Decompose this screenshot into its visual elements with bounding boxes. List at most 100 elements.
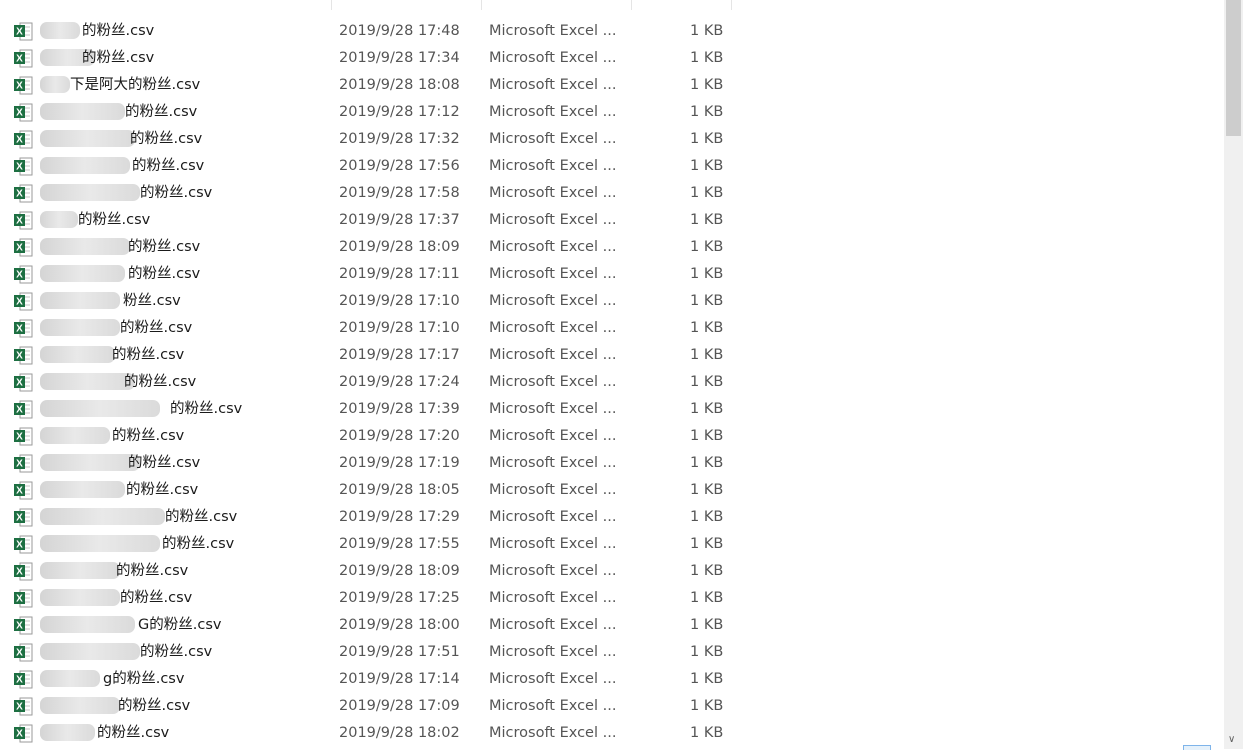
file-type: Microsoft Excel ... bbox=[489, 401, 617, 417]
redacted-name-blur bbox=[40, 481, 125, 498]
redacted-name-blur bbox=[40, 157, 130, 174]
excel-file-icon: X bbox=[14, 454, 33, 473]
excel-file-icon: X bbox=[14, 562, 33, 581]
file-name: 的粉丝.csv bbox=[162, 536, 235, 552]
file-size: 1 KB bbox=[690, 671, 724, 687]
excel-file-icon: X bbox=[14, 508, 33, 527]
redacted-name-blur bbox=[40, 130, 135, 147]
svg-text:X: X bbox=[16, 54, 23, 65]
redacted-name-blur bbox=[40, 454, 140, 471]
file-size: 1 KB bbox=[690, 266, 724, 282]
redacted-name-blur bbox=[40, 670, 100, 687]
excel-file-icon: X bbox=[14, 103, 33, 122]
file-row[interactable]: X 粉丝.csv 2019/9/28 17:10 Microsoft Excel .… bbox=[0, 288, 1224, 315]
file-name: 的粉丝.csv bbox=[112, 347, 185, 363]
scroll-down-icon[interactable]: ∨ bbox=[1228, 735, 1235, 745]
file-type: Microsoft Excel ... bbox=[489, 482, 617, 498]
excel-file-icon: X bbox=[14, 346, 33, 365]
excel-file-icon: X bbox=[14, 481, 33, 500]
file-size: 1 KB bbox=[690, 23, 724, 39]
file-name: g的粉丝.csv bbox=[103, 671, 185, 687]
file-date-modified: 2019/9/28 17:10 bbox=[339, 320, 460, 336]
column-divider-date[interactable] bbox=[481, 0, 482, 10]
redacted-name-blur bbox=[40, 292, 120, 309]
file-row[interactable]: X 的粉丝.csv 2019/9/28 17:56 Microsoft Excel … bbox=[0, 153, 1224, 180]
file-type: Microsoft Excel ... bbox=[489, 239, 617, 255]
file-name: 下是阿大的粉丝.csv bbox=[70, 77, 201, 93]
file-type: Microsoft Excel ... bbox=[489, 563, 617, 579]
file-row[interactable]: X 的粉丝.csv 2019/9/28 18:02 Microsoft Excel … bbox=[0, 720, 1224, 747]
file-row[interactable]: X 的粉丝.csv 2019/9/28 17:19 Microsoft Excel … bbox=[0, 450, 1224, 477]
redacted-name-blur bbox=[40, 643, 140, 660]
file-row[interactable]: X 的粉丝.csv 2019/9/28 17:24 Microsoft Excel … bbox=[0, 369, 1224, 396]
file-size: 1 KB bbox=[690, 185, 724, 201]
file-date-modified: 2019/9/28 17:58 bbox=[339, 185, 460, 201]
file-row[interactable]: X 的粉丝.csv 2019/9/28 17:17 Microsoft Excel … bbox=[0, 342, 1224, 369]
file-size: 1 KB bbox=[690, 77, 724, 93]
file-row[interactable]: X 的粉丝.csv 2019/9/28 17:34 Microsoft Excel … bbox=[0, 45, 1224, 72]
file-row[interactable]: X 的粉丝.csv 2019/9/28 17:39 Microsoft Excel … bbox=[0, 396, 1224, 423]
file-size: 1 KB bbox=[690, 644, 724, 660]
redacted-name-blur bbox=[40, 562, 120, 579]
file-type: Microsoft Excel ... bbox=[489, 374, 617, 390]
file-size: 1 KB bbox=[690, 212, 724, 228]
file-row[interactable]: X g的粉丝.csv 2019/9/28 17:14 Microsoft Excel… bbox=[0, 666, 1224, 693]
file-name: 的粉丝.csv bbox=[128, 266, 201, 282]
file-size: 1 KB bbox=[690, 320, 724, 336]
file-row[interactable]: X 的粉丝.csv 2019/9/28 17:11 Microsoft Excel … bbox=[0, 261, 1224, 288]
column-divider-type[interactable] bbox=[631, 0, 632, 10]
file-row[interactable]: X 的粉丝.csv 2019/9/28 17:48 Microsoft Excel … bbox=[0, 18, 1224, 45]
excel-file-icon: X bbox=[14, 319, 33, 338]
file-row[interactable]: X 的粉丝.csv 2019/9/28 17:37 Microsoft Excel … bbox=[0, 207, 1224, 234]
file-row[interactable]: X 的粉丝.csv 2019/9/28 17:12 Microsoft Excel … bbox=[0, 99, 1224, 126]
file-size: 1 KB bbox=[690, 158, 724, 174]
file-type: Microsoft Excel ... bbox=[489, 455, 617, 471]
file-date-modified: 2019/9/28 17:34 bbox=[339, 50, 460, 66]
svg-text:X: X bbox=[16, 297, 23, 308]
file-row[interactable]: X 的粉丝.csv 2019/9/28 17:29 Microsoft Excel … bbox=[0, 504, 1224, 531]
file-name: 粉丝.csv bbox=[123, 293, 181, 309]
file-type: Microsoft Excel ... bbox=[489, 725, 617, 741]
svg-text:X: X bbox=[16, 135, 23, 146]
file-type: Microsoft Excel ... bbox=[489, 158, 617, 174]
svg-text:X: X bbox=[16, 459, 23, 470]
file-row[interactable]: X 的粉丝.csv 2019/9/28 17:32 Microsoft Excel … bbox=[0, 126, 1224, 153]
file-date-modified: 2019/9/28 18:02 bbox=[339, 725, 460, 741]
column-divider-name[interactable] bbox=[331, 0, 332, 10]
file-row[interactable]: X 的粉丝.csv 2019/9/28 17:51 Microsoft Excel … bbox=[0, 639, 1224, 666]
scrollbar-thumb[interactable] bbox=[1226, 0, 1241, 136]
file-row[interactable]: X 的粉丝.csv 2019/9/28 17:25 Microsoft Excel … bbox=[0, 585, 1224, 612]
redacted-name-blur bbox=[40, 535, 160, 552]
file-name: 的粉丝.csv bbox=[140, 185, 213, 201]
file-size: 1 KB bbox=[690, 239, 724, 255]
column-divider-size[interactable] bbox=[731, 0, 732, 10]
file-type: Microsoft Excel ... bbox=[489, 185, 617, 201]
file-row[interactable]: X 的粉丝.csv 2019/9/28 17:20 Microsoft Excel … bbox=[0, 423, 1224, 450]
excel-file-icon: X bbox=[14, 22, 33, 41]
file-row[interactable]: X 的粉丝.csv 2019/9/28 18:09 Microsoft Excel … bbox=[0, 558, 1224, 585]
file-size: 1 KB bbox=[690, 50, 724, 66]
svg-text:X: X bbox=[16, 27, 23, 38]
excel-file-icon: X bbox=[14, 535, 33, 554]
file-row[interactable]: X 的粉丝.csv 2019/9/28 18:09 Microsoft Excel … bbox=[0, 234, 1224, 261]
file-date-modified: 2019/9/28 17:56 bbox=[339, 158, 460, 174]
vertical-scrollbar[interactable]: ∨ bbox=[1224, 0, 1243, 749]
file-name: 的粉丝.csv bbox=[140, 644, 213, 660]
file-date-modified: 2019/9/28 17:37 bbox=[339, 212, 460, 228]
file-row[interactable]: X 的粉丝.csv 2019/9/28 18:05 Microsoft Excel … bbox=[0, 477, 1224, 504]
svg-text:X: X bbox=[16, 81, 23, 92]
file-size: 1 KB bbox=[690, 104, 724, 120]
file-size: 1 KB bbox=[690, 563, 724, 579]
redacted-name-blur bbox=[40, 697, 120, 714]
file-row[interactable]: X G的粉丝.csv 2019/9/28 18:00 Microsoft Excel… bbox=[0, 612, 1224, 639]
file-row[interactable]: X 的粉丝.csv 2019/9/28 17:58 Microsoft Excel … bbox=[0, 180, 1224, 207]
redacted-name-blur bbox=[40, 616, 135, 633]
file-type: Microsoft Excel ... bbox=[489, 536, 617, 552]
file-row[interactable]: X 的粉丝.csv 2019/9/28 17:10 Microsoft Excel … bbox=[0, 315, 1224, 342]
svg-text:X: X bbox=[16, 486, 23, 497]
redacted-name-blur bbox=[40, 400, 160, 417]
file-row[interactable]: X 的粉丝.csv 2019/9/28 17:09 Microsoft Excel … bbox=[0, 693, 1224, 720]
file-row[interactable]: X 的粉丝.csv 2019/9/28 17:55 Microsoft Excel … bbox=[0, 531, 1224, 558]
file-row[interactable]: X 下是阿大的粉丝.csv 2019/9/28 18:08 Microsoft Ex… bbox=[0, 72, 1224, 99]
redacted-name-blur bbox=[40, 265, 125, 282]
